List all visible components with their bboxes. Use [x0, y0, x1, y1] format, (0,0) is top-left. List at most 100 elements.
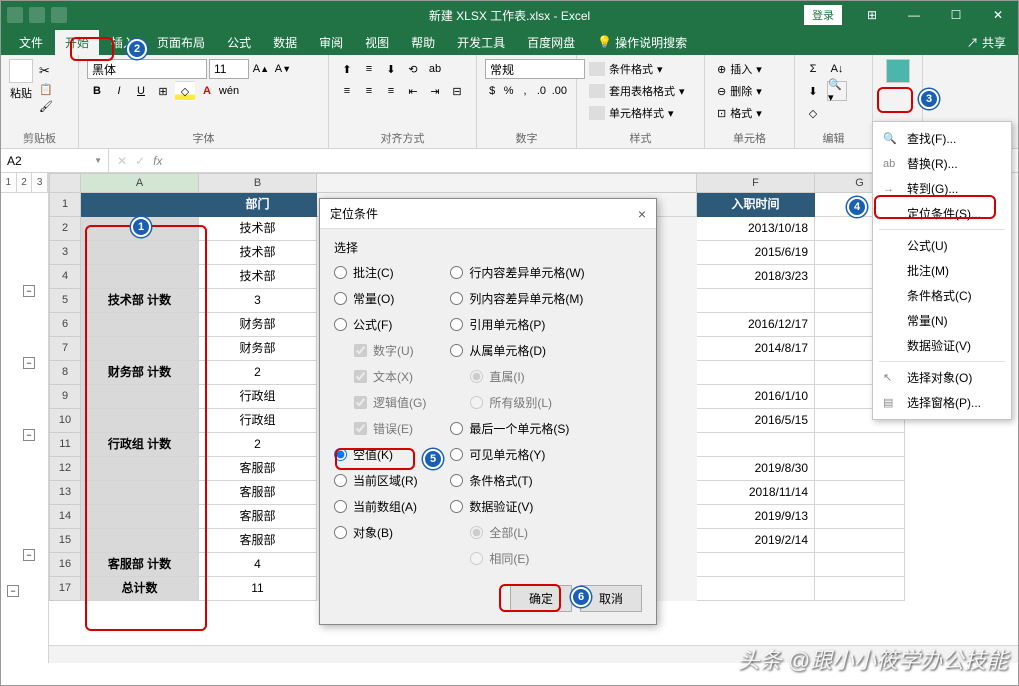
cell[interactable]: 2016/12/17	[697, 313, 815, 337]
col-header-b[interactable]: B	[199, 173, 317, 193]
cell[interactable]: 行政组	[199, 409, 317, 433]
clear-icon[interactable]: ◇	[803, 103, 823, 123]
row-header[interactable]: 8	[49, 361, 81, 385]
radio-precedents[interactable]: 引用单元格(P)	[450, 316, 584, 333]
cell[interactable]: 客服部 计数	[81, 553, 199, 577]
cell[interactable]: 2	[199, 361, 317, 385]
align-center-icon[interactable]: ≡	[359, 81, 379, 101]
outline-level-2[interactable]: 2	[17, 173, 33, 192]
cell[interactable]	[81, 457, 199, 481]
currency-icon[interactable]: $	[485, 81, 499, 101]
cell[interactable]: 2019/2/14	[697, 529, 815, 553]
tab-home[interactable]: 开始	[55, 30, 99, 55]
tell-me[interactable]: 💡操作说明搜索	[597, 34, 687, 51]
cell[interactable]	[697, 577, 815, 601]
radio-validation[interactable]: 数据验证(V)	[450, 498, 584, 515]
row-header[interactable]: 13	[49, 481, 81, 505]
cell[interactable]	[815, 505, 905, 529]
cell[interactable]	[697, 361, 815, 385]
radio-comments[interactable]: 批注(C)	[334, 264, 426, 281]
cell[interactable]: 2	[199, 433, 317, 457]
cell[interactable]	[81, 385, 199, 409]
format-painter-icon[interactable]: 🖌	[39, 100, 53, 113]
radio-last-cell[interactable]: 最后一个单元格(S)	[450, 420, 584, 437]
font-size-select[interactable]	[209, 59, 249, 79]
col-header-f[interactable]: F	[697, 173, 815, 193]
copy-icon[interactable]: 📋	[39, 83, 53, 96]
align-left-icon[interactable]: ≡	[337, 81, 357, 101]
close-icon[interactable]: ✕	[978, 1, 1018, 29]
cell[interactable]	[815, 553, 905, 577]
cell[interactable]	[697, 289, 815, 313]
wrap-text-icon[interactable]: ab	[425, 59, 445, 79]
menu-replace[interactable]: ab替换(R)...	[873, 151, 1011, 176]
paste-button[interactable]: 粘贴	[9, 59, 33, 101]
cell[interactable]	[81, 241, 199, 265]
tab-layout[interactable]: 页面布局	[147, 30, 215, 55]
ok-button[interactable]: 确定	[510, 585, 572, 612]
menu-goto[interactable]: →转到(G)...	[873, 176, 1011, 201]
cell[interactable]: 11	[199, 577, 317, 601]
enter-formula-icon[interactable]: ✓	[135, 154, 145, 168]
number-format-select[interactable]	[485, 59, 585, 79]
cell[interactable]	[81, 505, 199, 529]
tab-data[interactable]: 数据	[263, 30, 307, 55]
cell[interactable]	[815, 577, 905, 601]
comma-icon[interactable]: ,	[518, 81, 532, 101]
cell[interactable]: 客服部	[199, 529, 317, 553]
login-button[interactable]: 登录	[804, 5, 842, 25]
cancel-formula-icon[interactable]: ✕	[117, 154, 127, 168]
fx-icon[interactable]: fx	[153, 154, 162, 168]
radio-blanks[interactable]: 空值(K)	[334, 446, 426, 463]
italic-button[interactable]: I	[109, 81, 129, 101]
select-all-corner[interactable]	[49, 173, 81, 193]
cell[interactable]: 2016/5/15	[697, 409, 815, 433]
cell[interactable]: 2019/8/30	[697, 457, 815, 481]
cell-header[interactable]	[81, 193, 199, 217]
cell[interactable]: 2018/11/14	[697, 481, 815, 505]
cell[interactable]	[81, 313, 199, 337]
cell[interactable]: 客服部	[199, 457, 317, 481]
outline-collapse-button[interactable]: −	[23, 549, 35, 561]
col-header-a[interactable]: A	[81, 173, 199, 193]
row-header[interactable]: 1	[49, 193, 81, 217]
conditional-format-button[interactable]: 条件格式 ▾	[585, 59, 696, 79]
align-bottom-icon[interactable]: ⬇	[381, 59, 401, 79]
cell[interactable]: 2014/8/17	[697, 337, 815, 361]
row-header[interactable]: 14	[49, 505, 81, 529]
radio-formulas[interactable]: 公式(F)	[334, 316, 426, 333]
decrease-indent-icon[interactable]: ⇤	[403, 81, 423, 101]
tab-developer[interactable]: 开发工具	[447, 30, 515, 55]
cell[interactable]: 技术部 计数	[81, 289, 199, 313]
row-header[interactable]: 17	[49, 577, 81, 601]
cell-header-dept[interactable]: 部门	[199, 193, 317, 217]
cell[interactable]: 2018/3/23	[697, 265, 815, 289]
cell[interactable]: 客服部	[199, 481, 317, 505]
radio-row-diff[interactable]: 行内容差异单元格(W)	[450, 264, 584, 281]
cell[interactable]: 技术部	[199, 265, 317, 289]
row-header[interactable]: 2	[49, 217, 81, 241]
dialog-titlebar[interactable]: 定位条件 ×	[320, 199, 656, 229]
cell[interactable]: 2015/6/19	[697, 241, 815, 265]
border-button[interactable]: ⊞	[153, 81, 173, 101]
ribbon-options-icon[interactable]: ⊞	[852, 1, 892, 29]
cell[interactable]	[81, 481, 199, 505]
delete-cells-button[interactable]: ⊖删除 ▾	[713, 81, 786, 101]
tab-review[interactable]: 审阅	[309, 30, 353, 55]
tab-formulas[interactable]: 公式	[217, 30, 261, 55]
radio-dependents[interactable]: 从属单元格(D)	[450, 342, 584, 359]
menu-selection-pane[interactable]: ▤选择窗格(P)...	[873, 390, 1011, 415]
decrease-font-icon[interactable]: A▼	[273, 59, 293, 79]
cell[interactable]	[81, 265, 199, 289]
undo-icon[interactable]	[29, 7, 45, 23]
font-name-select[interactable]	[87, 59, 207, 79]
cell[interactable]	[81, 337, 199, 361]
cell-header-hire[interactable]: 入职时间	[697, 193, 815, 217]
outline-collapse-button[interactable]: −	[23, 357, 35, 369]
menu-constants[interactable]: 常量(N)	[873, 308, 1011, 333]
cell[interactable]: 2019/9/13	[697, 505, 815, 529]
row-header[interactable]: 15	[49, 529, 81, 553]
cell[interactable]	[815, 529, 905, 553]
cell[interactable]: 2016/1/10	[697, 385, 815, 409]
share-button[interactable]: ↗ 共享	[967, 34, 1006, 51]
